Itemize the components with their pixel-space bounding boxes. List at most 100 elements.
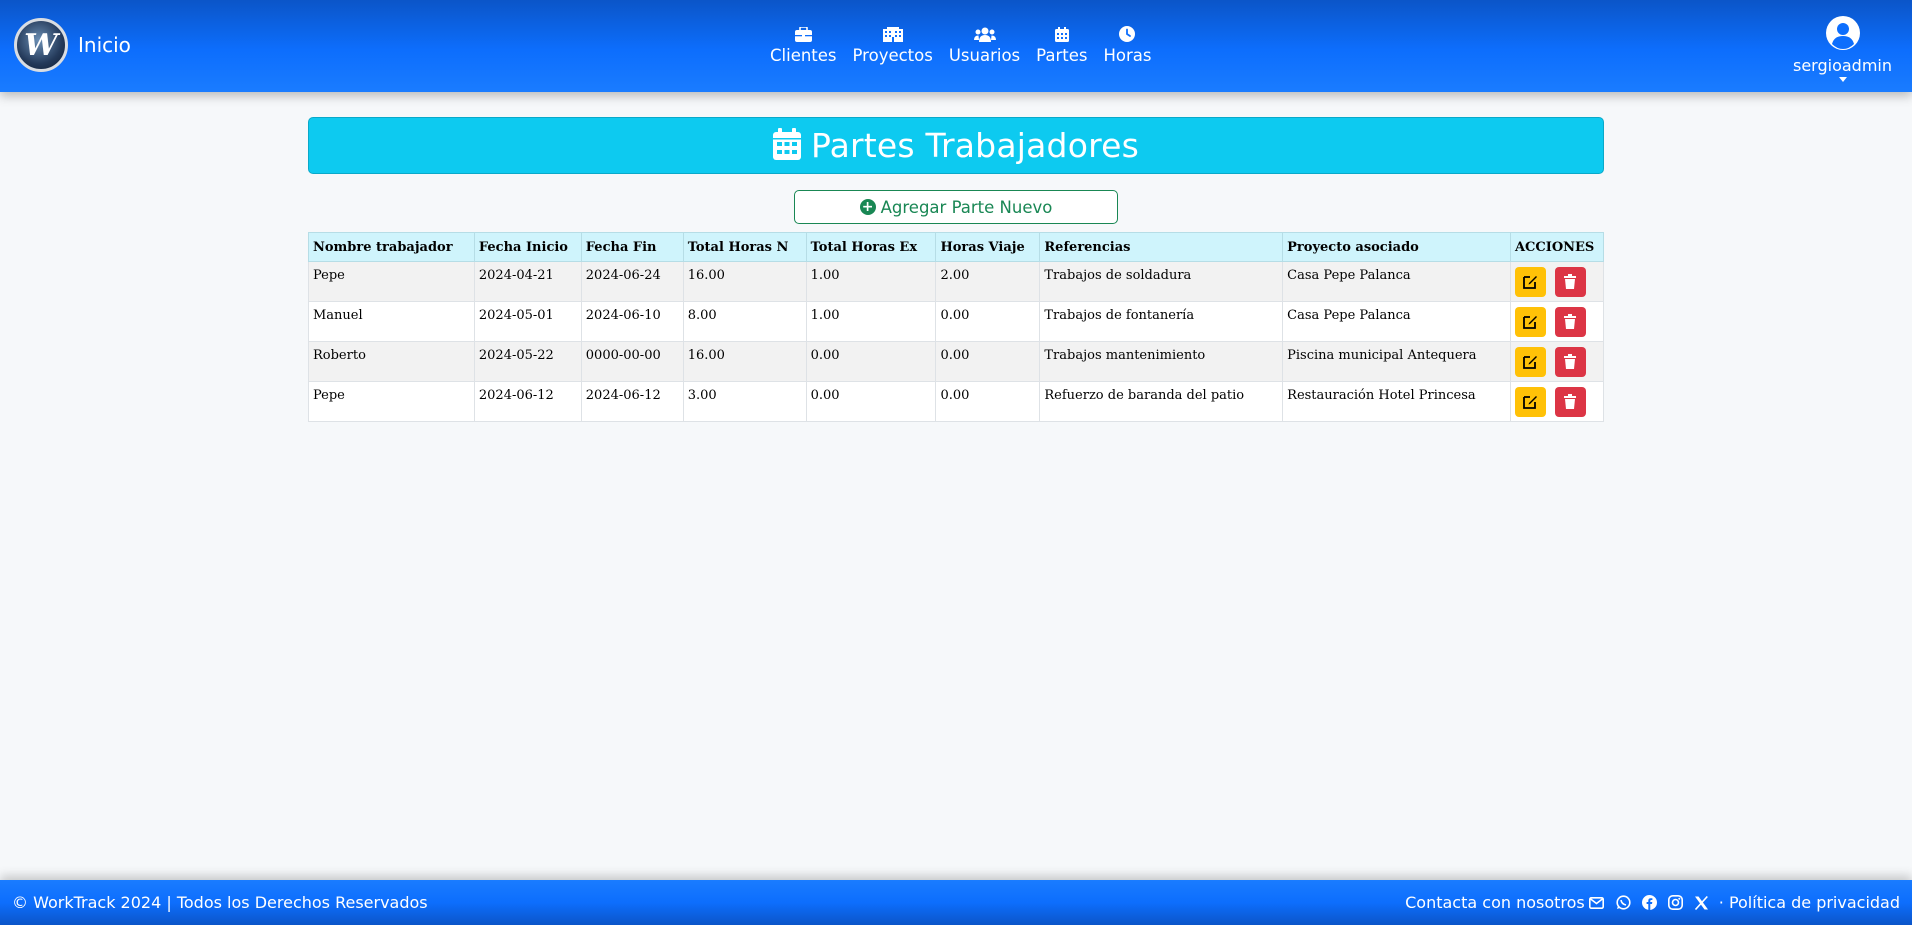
cell-extra-hours: 1.00 <box>805 301 937 342</box>
table-row: Pepe 2024-06-12 2024-06-12 3.00 0.00 0.0… <box>308 381 1605 422</box>
cell-worker: Pepe <box>308 261 475 302</box>
delete-button[interactable] <box>1555 347 1587 377</box>
footer: © WorkTrack 2024 | Todos los Derechos Re… <box>0 880 1912 925</box>
privacy-link[interactable]: · Política de privacidad <box>1719 893 1900 912</box>
cell-references: Trabajos mantenimiento <box>1039 341 1284 382</box>
cell-start-date: 2024-05-01 <box>473 301 582 342</box>
calendar-icon <box>772 127 801 164</box>
add-parte-button[interactable]: + Agregar Parte Nuevo <box>794 190 1118 224</box>
delete-button[interactable] <box>1555 267 1587 297</box>
edit-icon <box>1523 316 1537 329</box>
column-header[interactable]: Referencias <box>1039 232 1284 262</box>
contact-link[interactable]: Contacta con nosotros <box>1405 893 1585 912</box>
nav-proyectos[interactable]: Proyectos <box>853 24 933 65</box>
footer-links: Contacta con nosotros · Política de priv… <box>1405 893 1900 912</box>
user-circle-icon <box>1825 16 1860 54</box>
page-title: Partes Trabajadores <box>810 126 1140 165</box>
users-icon <box>973 24 996 44</box>
nav-clientes[interactable]: Clientes <box>770 24 837 65</box>
cell-project: Piscina municipal Antequera <box>1282 341 1511 382</box>
edit-button[interactable] <box>1514 307 1546 337</box>
cell-project: Casa Pepe Palanca <box>1282 261 1511 302</box>
cell-end-date: 2024-06-24 <box>580 261 684 302</box>
nav-horas[interactable]: Horas <box>1103 24 1151 65</box>
cell-travel-hours: 0.00 <box>935 301 1041 342</box>
copyright-text: © WorkTrack 2024 | Todos los Derechos Re… <box>12 893 428 912</box>
whatsapp-icon[interactable] <box>1616 895 1631 910</box>
cell-travel-hours: 0.00 <box>935 381 1041 422</box>
cell-end-date: 2024-06-12 <box>580 381 684 422</box>
cell-references: Trabajos de soldadura <box>1039 261 1284 302</box>
clock-icon <box>1119 24 1136 44</box>
chevron-down-icon <box>1838 77 1847 82</box>
cell-worker: Roberto <box>308 341 475 382</box>
cell-worker: Pepe <box>308 381 475 422</box>
delete-button[interactable] <box>1555 387 1587 417</box>
cell-extra-hours: 0.00 <box>805 341 937 382</box>
cell-travel-hours: 2.00 <box>935 261 1041 302</box>
facebook-icon[interactable] <box>1641 895 1657 910</box>
cell-normal-hours: 3.00 <box>682 381 807 422</box>
nav-label: Horas <box>1103 46 1152 65</box>
nav-label: Proyectos <box>852 46 933 65</box>
home-link[interactable]: W Inicio <box>14 18 131 72</box>
plus-circle-icon: + <box>859 199 876 215</box>
calendar-icon <box>1054 24 1069 44</box>
building-icon <box>882 24 903 44</box>
cell-worker: Manuel <box>308 301 475 342</box>
nav-label: Clientes <box>770 46 837 65</box>
cell-extra-hours: 0.00 <box>805 381 937 422</box>
envelope-icon[interactable] <box>1588 896 1604 909</box>
main-nav: Clientes Proyectos Usuarios Partes Horas <box>770 24 1167 65</box>
page-title-banner: Partes Trabajadores <box>308 117 1604 174</box>
edit-icon <box>1523 276 1537 289</box>
cell-normal-hours: 16.00 <box>682 261 807 302</box>
cell-actions <box>1509 301 1605 342</box>
nav-label: Partes <box>1036 46 1088 65</box>
edit-icon <box>1523 356 1537 369</box>
nav-partes[interactable]: Partes <box>1036 24 1087 65</box>
table-row: Pepe 2024-04-21 2024-06-24 16.00 1.00 2.… <box>308 261 1605 302</box>
cell-extra-hours: 1.00 <box>805 261 937 302</box>
worktrack-logo: W <box>14 18 68 72</box>
cell-start-date: 2024-05-22 <box>473 341 582 382</box>
edit-button[interactable] <box>1514 347 1546 377</box>
edit-icon <box>1523 396 1537 409</box>
cell-actions <box>1509 261 1605 302</box>
add-parte-label: Agregar Parte Nuevo <box>880 197 1053 217</box>
cell-references: Refuerzo de baranda del patio <box>1039 381 1284 422</box>
edit-button[interactable] <box>1514 267 1546 297</box>
delete-button[interactable] <box>1555 307 1587 337</box>
column-header[interactable]: Nombre trabajador <box>308 232 475 262</box>
cell-start-date: 2024-06-12 <box>473 381 582 422</box>
column-header: ACCIONES <box>1509 232 1605 262</box>
cell-normal-hours: 8.00 <box>682 301 807 342</box>
cell-end-date: 2024-06-10 <box>580 301 684 342</box>
x-twitter-icon[interactable] <box>1694 895 1709 910</box>
table-row: Manuel 2024-05-01 2024-06-10 8.00 1.00 0… <box>308 301 1605 342</box>
nav-usuarios[interactable]: Usuarios <box>949 24 1020 65</box>
trash-icon <box>1564 394 1577 409</box>
trash-icon <box>1564 314 1577 329</box>
home-label: Inicio <box>78 33 131 57</box>
cell-normal-hours: 16.00 <box>682 341 807 382</box>
column-header[interactable]: Horas Viaje <box>935 232 1041 262</box>
cell-start-date: 2024-04-21 <box>473 261 582 302</box>
top-navbar: W Inicio Clientes Proyectos Usuarios Par… <box>0 0 1912 92</box>
table-row: Roberto 2024-05-22 0000-00-00 16.00 0.00… <box>308 341 1605 382</box>
cell-actions <box>1509 381 1605 422</box>
column-header[interactable]: Fecha Fin <box>580 232 684 262</box>
instagram-icon[interactable] <box>1667 895 1683 910</box>
column-header[interactable]: Total Horas Ex <box>805 232 937 262</box>
trash-icon <box>1564 354 1577 369</box>
column-header[interactable]: Fecha Inicio <box>473 232 582 262</box>
edit-button[interactable] <box>1514 387 1546 417</box>
trash-icon <box>1564 274 1577 289</box>
briefcase-icon <box>794 24 812 44</box>
table-header-row: Nombre trabajador Fecha Inicio Fecha Fin… <box>308 232 1605 262</box>
user-menu[interactable]: sergioadmin <box>1793 16 1892 82</box>
cell-travel-hours: 0.00 <box>935 341 1041 382</box>
column-header[interactable]: Total Horas N <box>682 232 807 262</box>
column-header[interactable]: Proyecto asociado <box>1282 232 1511 262</box>
cell-references: Trabajos de fontanería <box>1039 301 1284 342</box>
